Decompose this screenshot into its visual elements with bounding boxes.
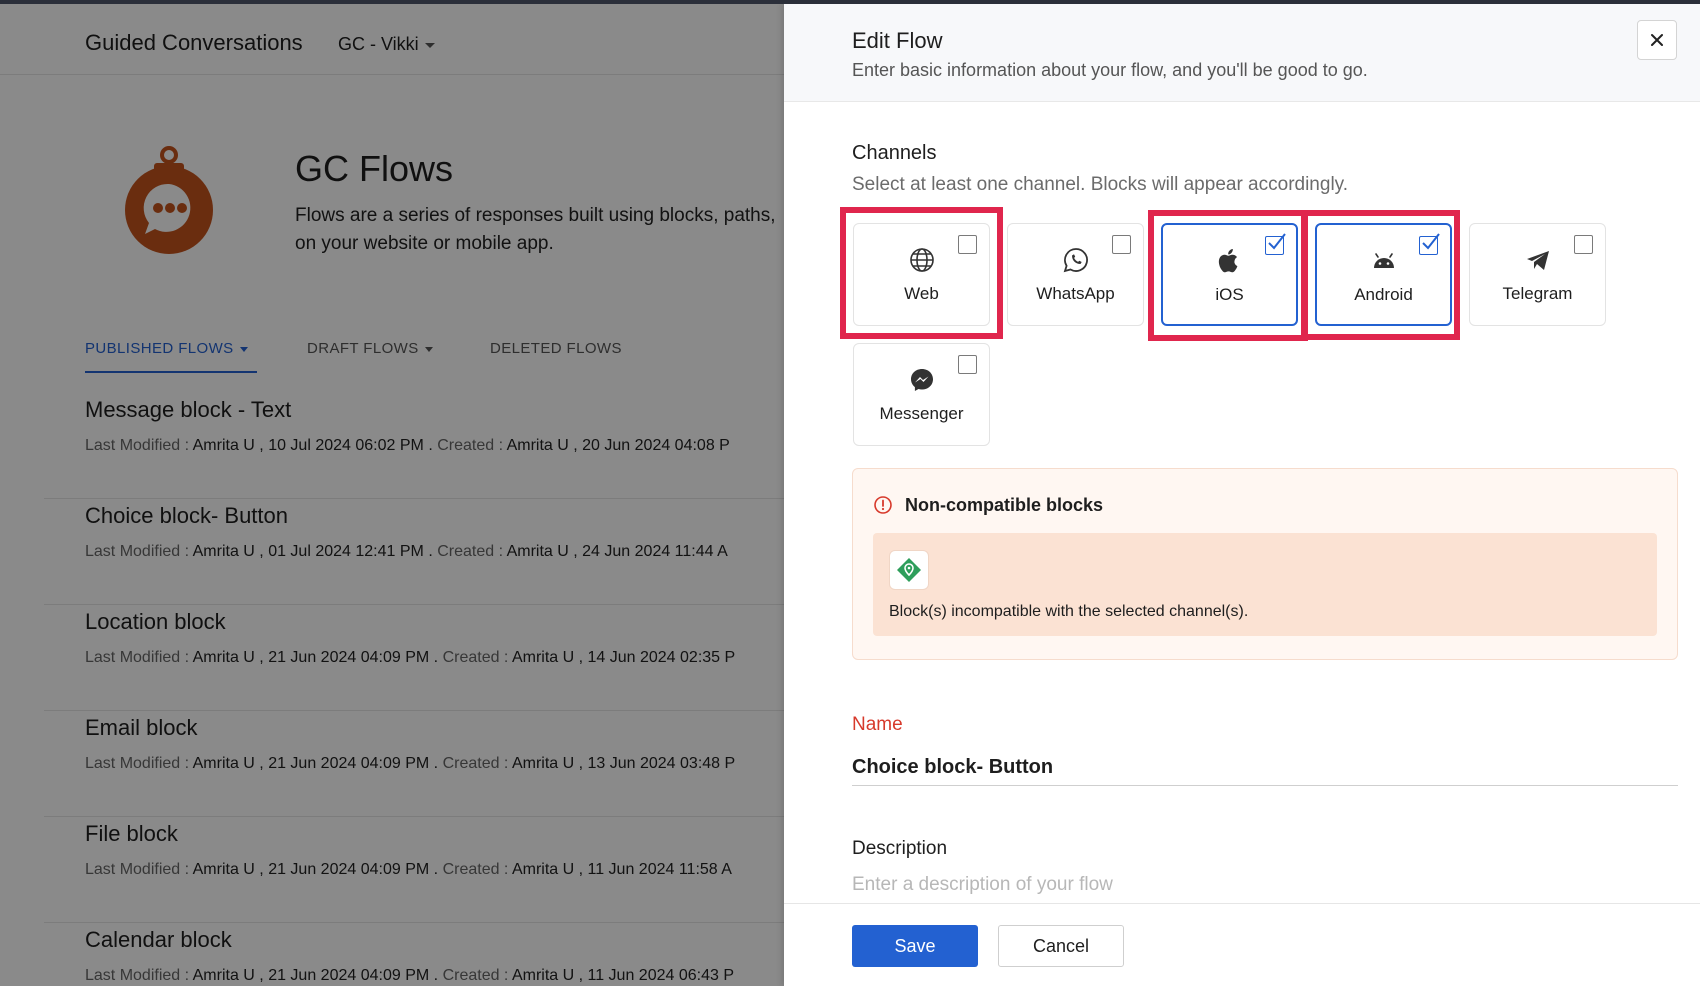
channel-label: Messenger [879,404,964,423]
telegram-icon [1526,251,1549,270]
channel-whatsapp[interactable]: WhatsApp [1007,223,1144,326]
channels-hint: Select at least one channel. Blocks will… [852,174,1349,195]
channel-label: Telegram [1502,284,1573,303]
description-label: Description [852,838,948,859]
apple-icon [1218,249,1237,273]
non-compatible-blocks-panel: Non-compatible blocks Block(s) incompati… [852,468,1678,660]
channel-label: Android [1354,285,1413,304]
whatsapp-icon [1063,248,1088,273]
channel-label: iOS [1215,285,1244,304]
channel-telegram[interactable]: Telegram [1469,223,1606,326]
channel-checkbox[interactable] [958,355,977,374]
close-icon [1651,34,1663,46]
description-input[interactable] [852,870,1678,900]
channel-checkbox[interactable] [958,235,977,254]
channel-checkbox[interactable] [1574,235,1593,254]
channel-messenger[interactable]: Messenger [853,343,990,446]
channel-android[interactable]: Android [1315,223,1452,326]
close-button[interactable] [1637,20,1677,60]
channel-web[interactable]: Web [853,223,990,326]
modal-backdrop[interactable] [0,0,784,986]
channels-label: Channels [852,142,937,164]
name-input[interactable] [852,750,1678,786]
check-icon [1268,233,1286,250]
channel-label: WhatsApp [1036,284,1115,303]
drawer-title: Edit Flow [852,28,943,53]
drawer-subtitle: Enter basic information about your flow,… [852,60,1368,80]
channel-checkbox[interactable] [1419,233,1440,255]
cancel-button[interactable]: Cancel [998,925,1124,967]
channel-checkbox[interactable] [1112,235,1131,254]
channel-label: Web [904,284,939,303]
channel-ios[interactable]: iOS [1161,223,1298,326]
incompatible-blocks-list: Block(s) incompatible with the selected … [873,533,1657,636]
edit-flow-drawer: Edit Flow Enter basic information about … [784,4,1700,986]
android-icon [1373,253,1394,268]
channel-checkbox[interactable] [1265,233,1286,255]
drawer-footer: Save Cancel [784,903,1700,986]
messenger-icon [910,369,933,391]
check-icon [1422,233,1440,250]
warning-title: Non-compatible blocks [905,495,1104,515]
name-label: Name [852,714,903,735]
location-block-icon [897,558,921,582]
save-button[interactable]: Save [852,925,978,967]
warning-text: Block(s) incompatible with the selected … [889,603,1249,620]
incompatible-block-chip[interactable] [889,550,929,590]
window-top-border [0,0,1700,4]
drawer-header: Edit Flow Enter basic information about … [784,4,1700,102]
alert-circle-icon [874,496,892,514]
globe-icon [909,248,934,272]
